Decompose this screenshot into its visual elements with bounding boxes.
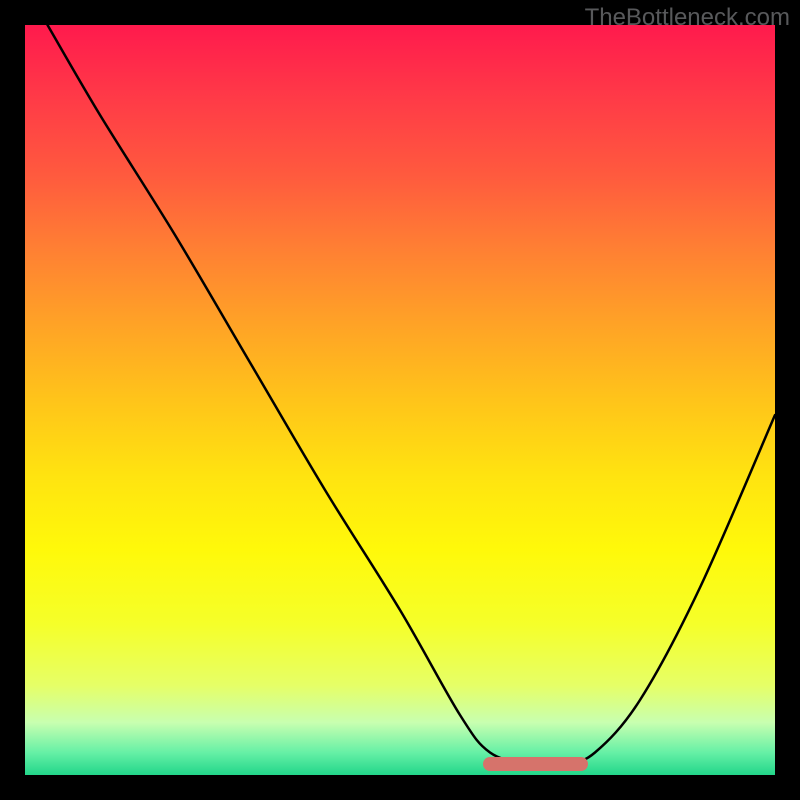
chart-frame: TheBottleneck.com: [0, 0, 800, 800]
optimal-range-marker: [483, 757, 588, 771]
bottleneck-curve: [25, 25, 775, 775]
plot-area: [25, 25, 775, 775]
watermark-text: TheBottleneck.com: [585, 4, 790, 32]
